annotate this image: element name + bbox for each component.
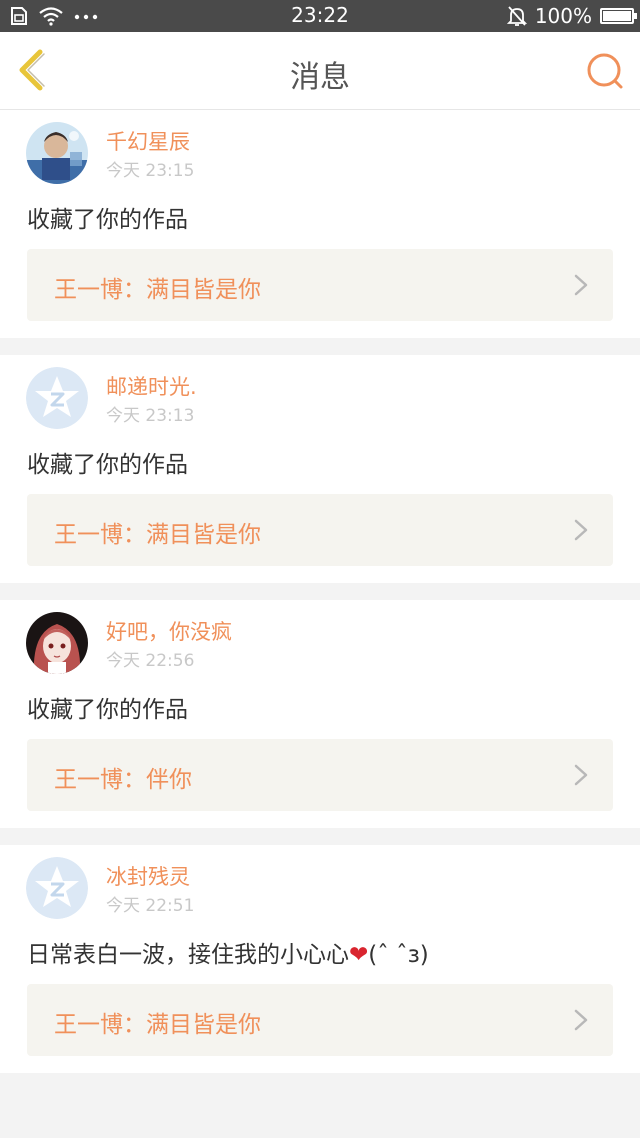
- message-text-prefix: 日常表白一波，接住我的小心心: [27, 942, 349, 968]
- user-avatar[interactable]: [26, 122, 88, 184]
- user-avatar[interactable]: [26, 612, 88, 674]
- work-title: 王一博：满目皆是你: [54, 277, 261, 303]
- work-title: 王一博：伴你: [54, 767, 192, 793]
- battery-percent: 100%: [534, 4, 592, 28]
- message-text: 收藏了你的作品: [27, 697, 188, 723]
- message-time: 今天 22:56: [106, 651, 195, 671]
- status-bar: 23:22 100%: [0, 0, 640, 32]
- message-card: 邮递时光. 今天 23:13 收藏了你的作品 王一博：满目皆是你: [0, 355, 640, 583]
- message-feed: 千幻星辰 今天 23:15 收藏了你的作品 王一博：满目皆是你 邮递时光. 今天…: [0, 110, 640, 1090]
- default-avatar-icon: [26, 857, 88, 919]
- message-time: 今天 23:13: [106, 406, 195, 426]
- username[interactable]: 好吧，你没疯: [106, 616, 232, 646]
- message-time: 今天 22:51: [106, 896, 195, 916]
- work-link[interactable]: 王一博：满目皆是你: [27, 984, 613, 1056]
- heart-emoji: ❤: [349, 942, 369, 968]
- username[interactable]: 冰封残灵: [106, 861, 190, 891]
- message-card: 冰封残灵 今天 22:51 日常表白一波，接住我的小心心❤(ˆ ˆз) 王一博：…: [0, 845, 640, 1073]
- mute-bell-icon: [506, 6, 527, 26]
- work-link[interactable]: 王一博：满目皆是你: [27, 494, 613, 566]
- anime-girl-avatar-icon: [26, 612, 88, 674]
- work-title: 王一博：满目皆是你: [54, 522, 261, 548]
- chevron-right-icon: [574, 1009, 588, 1031]
- search-button[interactable]: [584, 50, 626, 92]
- username[interactable]: 千幻星辰: [106, 126, 190, 156]
- status-right-icons: 100%: [506, 4, 637, 28]
- message-text-suffix: (ˆ ˆз): [368, 942, 429, 968]
- chevron-right-icon: [574, 519, 588, 541]
- message-text: 收藏了你的作品: [27, 207, 188, 233]
- photo-avatar-child-icon: [26, 122, 88, 184]
- work-link[interactable]: 王一博：伴你: [27, 739, 613, 811]
- user-avatar[interactable]: [26, 857, 88, 919]
- chevron-right-icon: [574, 274, 588, 296]
- message-time: 今天 23:15: [106, 161, 195, 181]
- chevron-right-icon: [574, 764, 588, 786]
- message-text: 收藏了你的作品: [27, 452, 188, 478]
- message-card: 好吧，你没疯 今天 22:56 收藏了你的作品 王一博：伴你: [0, 600, 640, 828]
- battery-fill: [603, 11, 631, 21]
- work-title: 王一博：满目皆是你: [54, 1012, 261, 1038]
- nav-bar: 消息: [0, 32, 640, 110]
- user-avatar[interactable]: [26, 367, 88, 429]
- username[interactable]: 邮递时光.: [106, 371, 197, 401]
- message-text: 日常表白一波，接住我的小心心❤(ˆ ˆз): [27, 935, 429, 969]
- page-title: 消息: [290, 60, 350, 95]
- work-link[interactable]: 王一博：满目皆是你: [27, 249, 613, 321]
- default-avatar-icon: [26, 367, 88, 429]
- search-icon: [587, 53, 623, 89]
- battery-icon: [600, 8, 637, 24]
- message-card: 千幻星辰 今天 23:15 收藏了你的作品 王一博：满目皆是你: [0, 110, 640, 338]
